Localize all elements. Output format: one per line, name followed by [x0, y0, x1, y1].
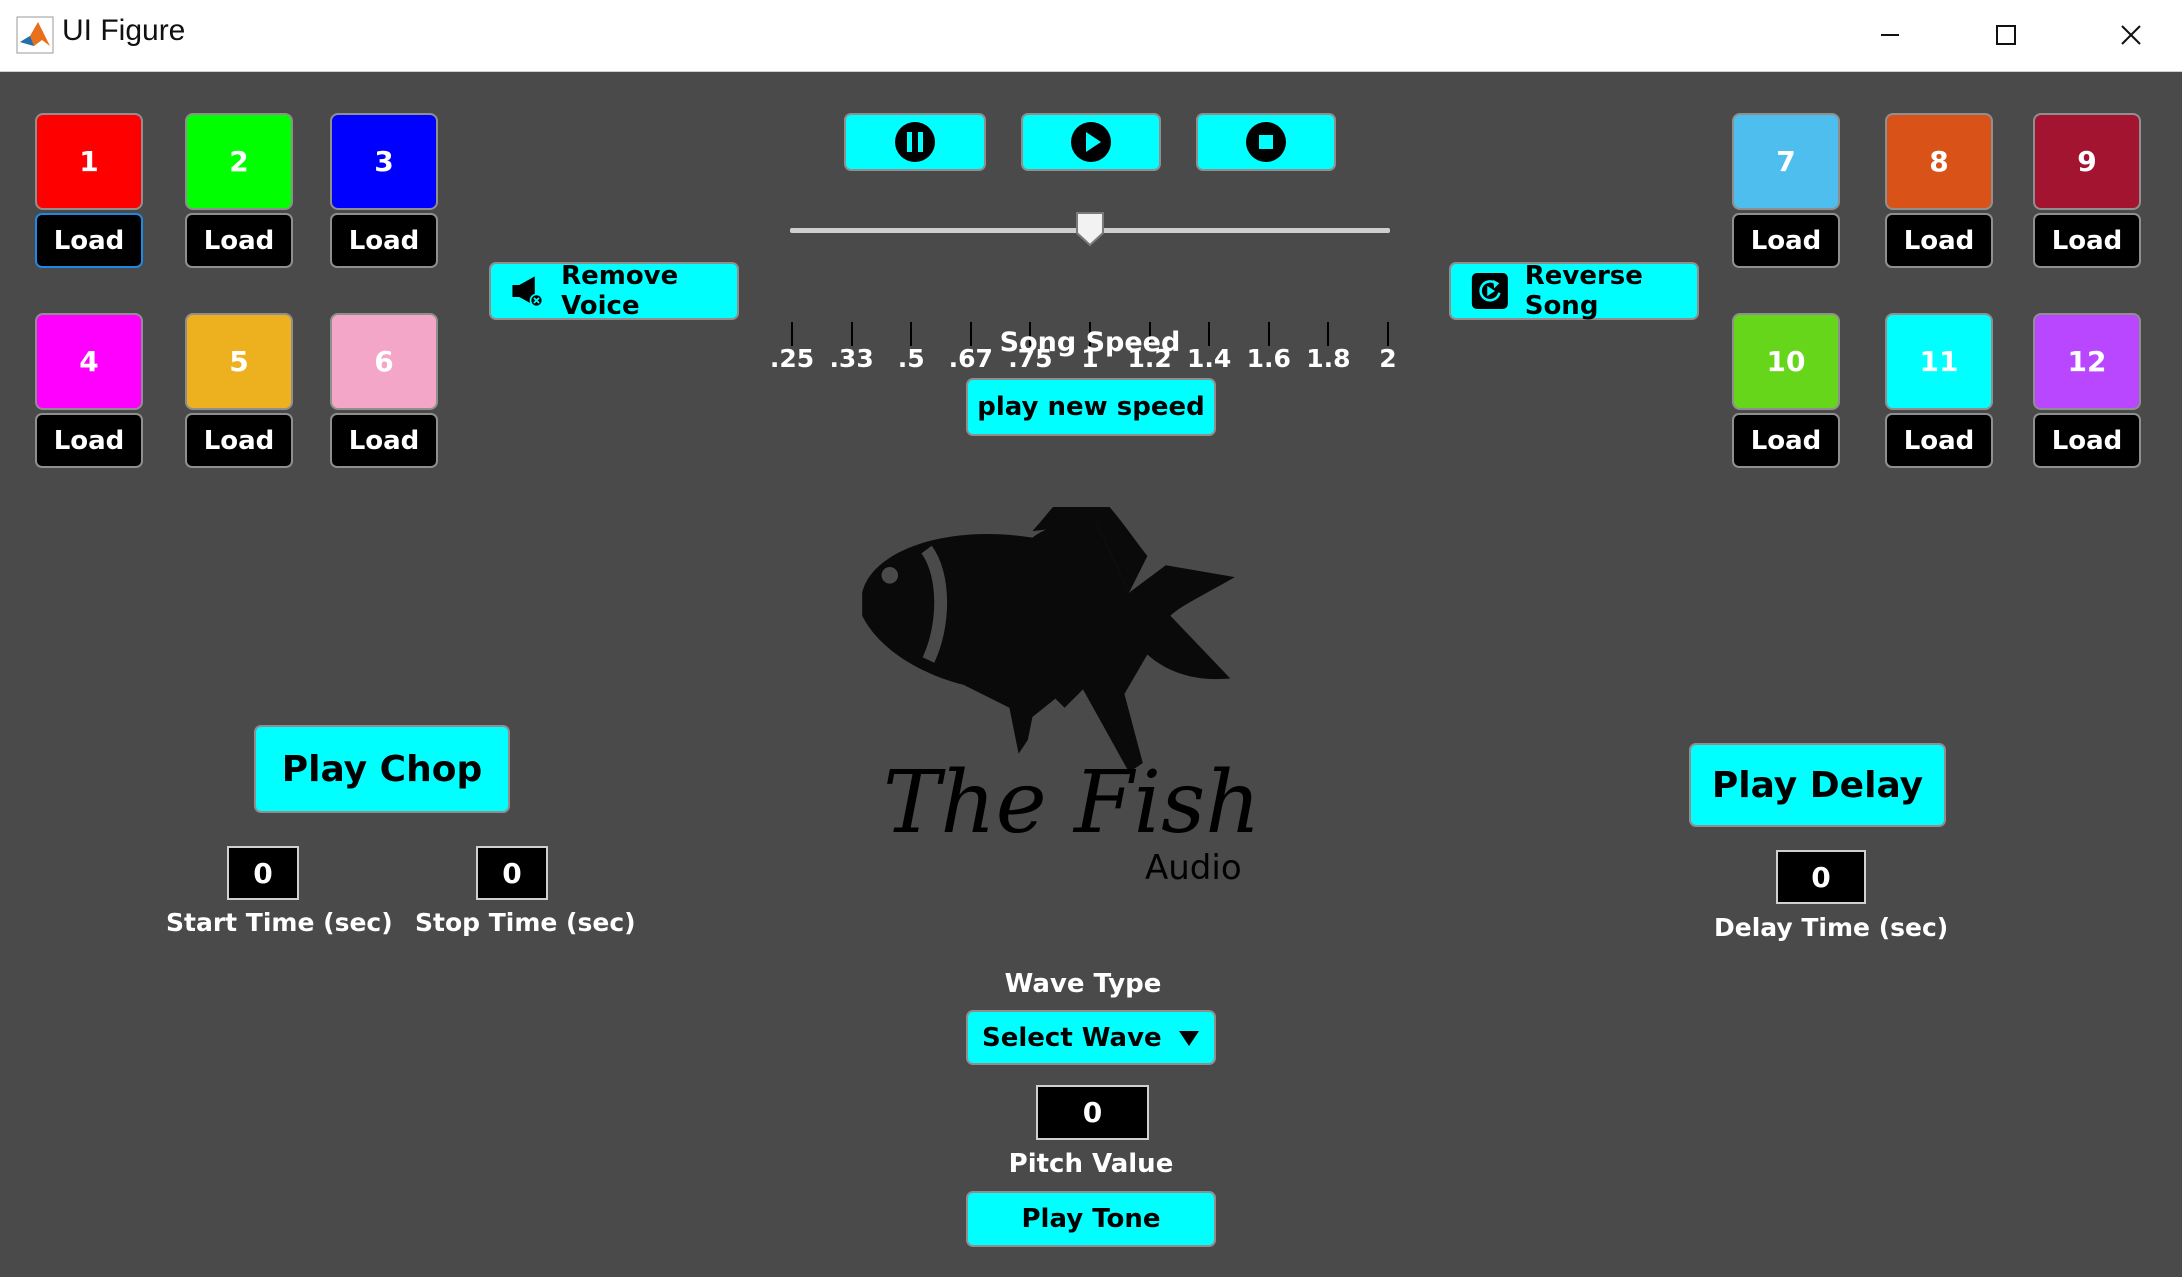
pad-10[interactable]: 10 [1732, 313, 1840, 410]
slider-tick-label: .25 [769, 344, 815, 373]
slider-tick-label: .33 [829, 344, 874, 373]
close-button[interactable] [2064, 0, 2180, 71]
megaphone-icon [512, 276, 544, 308]
play-tone-button[interactable]: Play Tone [966, 1191, 1216, 1247]
pad-4[interactable]: 4 [35, 313, 143, 410]
load-button-1[interactable]: Load [35, 213, 143, 268]
pad-7[interactable]: 7 [1732, 113, 1840, 210]
wave-type-label: Wave Type [1004, 969, 1162, 999]
window-title: UI Figure [62, 14, 186, 47]
reverse-icon [1471, 272, 1508, 310]
logo-title: The Fish [883, 753, 1255, 853]
slider-tick [1208, 322, 1211, 346]
slider-tick [850, 322, 853, 346]
slider-tick [791, 322, 793, 346]
minimize-icon [1881, 34, 1899, 36]
pitch-value-label: Pitch Value [1008, 1149, 1174, 1179]
load-button-11[interactable]: Load [1885, 413, 1993, 468]
start-time-label: Start Time (sec) [166, 908, 393, 937]
matlab-icon [16, 16, 54, 54]
load-button-10[interactable]: Load [1732, 413, 1840, 468]
load-button-8[interactable]: Load [1885, 213, 1993, 268]
reverse-song-label: Reverse Song [1524, 261, 1643, 321]
pad-6[interactable]: 6 [330, 313, 438, 410]
delay-time-field[interactable]: 0 [1776, 850, 1866, 904]
play-button[interactable] [1021, 113, 1161, 171]
reverse-song-button[interactable]: Reverse Song [1449, 261, 1699, 321]
wave-type-dropdown[interactable]: Select Wave [966, 1010, 1216, 1065]
load-button-7[interactable]: Load [1732, 213, 1840, 268]
fish-logo: The Fish Audio [862, 507, 1255, 887]
maximize-button[interactable] [1948, 0, 2064, 71]
play-delay-button[interactable]: Play Delay [1689, 743, 1946, 827]
load-button-12[interactable]: Load [2033, 413, 2141, 468]
stop-time-label: Stop Time (sec) [415, 908, 636, 937]
chevron-down-icon [1179, 1030, 1199, 1046]
slider-tick-label: 2 [1379, 344, 1397, 373]
pitch-value-field[interactable]: 0 [1036, 1085, 1149, 1140]
pause-button[interactable] [844, 113, 986, 171]
load-button-2[interactable]: Load [185, 213, 293, 268]
maximize-icon [1996, 25, 2016, 45]
slider-tick [1267, 322, 1270, 346]
pad-5[interactable]: 5 [185, 313, 293, 410]
stop-icon [1246, 122, 1286, 162]
wave-type-selected: Select Wave [982, 1022, 1162, 1053]
fish-body-shape [862, 522, 1235, 773]
slider-tick-label: 1.6 [1246, 344, 1291, 373]
load-button-6[interactable]: Load [330, 413, 438, 468]
fish-eye-shape [881, 567, 899, 584]
minimize-button[interactable] [1832, 0, 1948, 71]
pad-12[interactable]: 12 [2033, 313, 2141, 410]
pad-3[interactable]: 3 [330, 113, 438, 210]
load-button-3[interactable]: Load [330, 213, 438, 268]
app-window: UI Figure 1 2 3 Load Load Load 4 5 6 Loa… [0, 0, 2182, 1277]
load-button-9[interactable]: Load [2033, 213, 2141, 268]
slider-tick-label: .5 [897, 344, 925, 373]
remove-voice-label: Remove Voice [561, 261, 679, 321]
logo-subtitle: Audio [1145, 848, 1242, 887]
play-chop-button[interactable]: Play Chop [254, 725, 510, 813]
delay-time-label: Delay Time (sec) [1714, 913, 1949, 942]
stop-button[interactable] [1196, 113, 1336, 171]
start-time-field[interactable]: 0 [227, 846, 299, 900]
pad-1[interactable]: 1 [35, 113, 143, 210]
title-bar: UI Figure [0, 0, 2182, 72]
pad-11[interactable]: 11 [1885, 313, 1993, 410]
pad-2[interactable]: 2 [185, 113, 293, 210]
pad-8[interactable]: 8 [1885, 113, 1993, 210]
slider-tick [1387, 322, 1389, 346]
pause-icon [895, 122, 935, 162]
pad-9[interactable]: 9 [2033, 113, 2141, 210]
slider-tick [969, 322, 972, 346]
load-button-4[interactable]: Load [35, 413, 143, 468]
slider-tick [1327, 322, 1330, 346]
play-icon [1071, 122, 1111, 162]
stop-time-field[interactable]: 0 [476, 846, 548, 900]
slider-tick [910, 322, 913, 346]
load-button-5[interactable]: Load [185, 413, 293, 468]
app-canvas: 1 2 3 Load Load Load 4 5 6 Load Load Loa… [0, 72, 2182, 1277]
song-speed-label: Song Speed [999, 327, 1181, 358]
slider-tick-label: 1.8 [1306, 344, 1351, 373]
song-speed-slider-thumb[interactable] [1075, 211, 1105, 247]
close-icon [2121, 25, 2141, 45]
remove-voice-button[interactable]: Remove Voice [489, 261, 739, 321]
play-new-speed-button[interactable]: play new speed [966, 378, 1216, 436]
